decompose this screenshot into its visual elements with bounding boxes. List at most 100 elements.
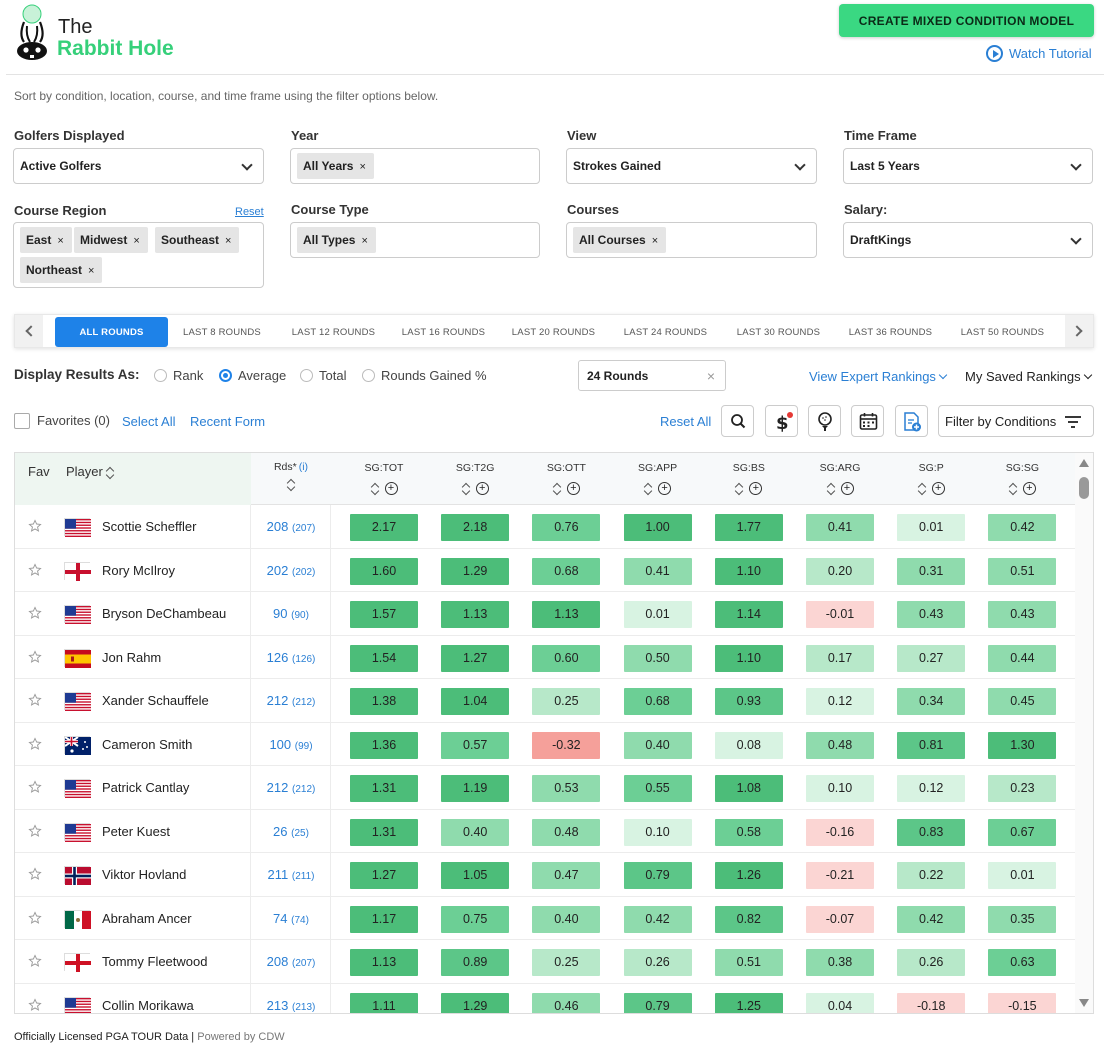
rounds-count[interactable]: 208 (207) (251, 954, 331, 969)
courses-multiselect[interactable]: All Courses × (566, 222, 817, 258)
rounds-count[interactable]: 126 (126) (251, 650, 331, 665)
clear-icon[interactable]: × (707, 368, 715, 384)
player-name[interactable]: Xander Schauffele (102, 693, 209, 708)
rounds-count-input[interactable]: 24 Rounds × (578, 360, 726, 391)
player-name[interactable]: Scottie Scheffler (102, 519, 196, 534)
salary-dollar-button[interactable]: $ (765, 405, 798, 437)
favorite-star-icon[interactable] (28, 997, 42, 1012)
favorite-star-icon[interactable] (28, 910, 42, 925)
tab-last-12-rounds[interactable]: LAST 12 ROUNDS (281, 317, 386, 347)
player-name[interactable]: Viktor Hovland (102, 867, 186, 882)
favorite-star-icon[interactable] (28, 606, 42, 620)
tabs-scroll-right-button[interactable] (1065, 315, 1093, 347)
calendar-button[interactable] (851, 405, 884, 437)
col-header-stat[interactable]: SG:SG (988, 462, 1056, 474)
table-row[interactable]: Abraham Ancer 74 (74) 1.17 0.75 0.40 0.42 0.82… (15, 896, 1075, 940)
rounds-count[interactable]: 211 (211) (251, 867, 331, 882)
watch-tutorial-link[interactable]: Watch Tutorial (986, 45, 1092, 62)
tab-last-24-rounds[interactable]: LAST 24 ROUNDS (613, 317, 718, 347)
recent-form-link[interactable]: Recent Form (190, 414, 265, 429)
rounds-count[interactable]: 74 (74) (251, 911, 331, 926)
golfers-displayed-select[interactable]: Active Golfers (13, 148, 264, 184)
col-header-stat[interactable]: SG:TOT (350, 462, 418, 474)
column-controls[interactable]: + (810, 480, 870, 496)
create-mixed-condition-model-button[interactable]: CREATE MIXED CONDITION MODEL (839, 4, 1094, 37)
player-name[interactable]: Peter Kuest (102, 824, 170, 839)
favorite-star-icon[interactable] (28, 823, 42, 838)
tab-last-16-rounds[interactable]: LAST 16 ROUNDS (391, 317, 496, 347)
salary-select[interactable]: DraftKings (843, 222, 1093, 258)
course-type-multiselect[interactable]: All Types × (290, 222, 540, 258)
tab-last-36-rounds[interactable]: LAST 36 ROUNDS (838, 317, 943, 347)
table-row[interactable]: Scottie Scheffler 208 (207) 2.17 2.18 0.76 1.… (15, 505, 1075, 549)
rounds-count[interactable]: 213 (213) (251, 998, 331, 1013)
rounds-count[interactable]: 212 (212) (251, 693, 331, 708)
view-expert-rankings-link[interactable]: View Expert Rankings (809, 369, 948, 384)
tab-last-30-rounds[interactable]: LAST 30 ROUNDS (726, 317, 831, 347)
col-header-stat[interactable]: SG:APP (624, 462, 692, 474)
rounds-count[interactable]: 208 (207) (251, 519, 331, 534)
favorites-checkbox[interactable] (14, 413, 30, 429)
column-controls[interactable]: + (445, 480, 505, 496)
favorite-star-icon[interactable] (28, 867, 42, 881)
favorite-star-icon[interactable] (28, 736, 42, 751)
table-row[interactable]: Patrick Cantlay 212 (212) 1.31 1.19 0.53 0.55… (15, 766, 1075, 810)
table-row[interactable]: Tommy Fleetwood 208 (207) 1.13 0.89 0.25 0.26… (15, 940, 1075, 984)
rounds-count[interactable]: 202 (202) (251, 563, 331, 578)
radio-total[interactable]: Total (300, 368, 346, 383)
select-all-link[interactable]: Select All (122, 414, 175, 429)
player-name[interactable]: Tommy Fleetwood (102, 954, 207, 969)
year-chip[interactable]: All Years × (297, 153, 374, 179)
col-header-stat[interactable]: SG:OTT (532, 462, 600, 474)
favorite-star-icon[interactable] (28, 780, 42, 794)
course-region-multiselect[interactable]: East × Midwest × Southeast × Northeast × (13, 222, 264, 288)
favorite-star-icon[interactable] (28, 562, 42, 577)
tab-last-50-rounds[interactable]: LAST 50 ROUNDS (950, 317, 1055, 347)
tab-last-20-rounds[interactable]: LAST 20 ROUNDS (501, 317, 606, 347)
player-name[interactable]: Bryson DeChambeau (102, 606, 226, 621)
rounds-count[interactable]: 90 (90) (251, 606, 331, 621)
rounds-count[interactable]: 26 (25) (251, 824, 331, 839)
region-chip[interactable]: East × (20, 227, 72, 253)
column-controls[interactable]: + (354, 480, 414, 496)
course-region-reset-link[interactable]: Reset (235, 206, 264, 218)
year-multiselect[interactable]: All Years × (290, 148, 540, 184)
my-saved-rankings-dropdown[interactable]: My Saved Rankings (965, 369, 1092, 384)
add-document-button[interactable] (895, 405, 928, 437)
table-row[interactable]: Peter Kuest 26 (25) 1.31 0.40 0.48 0.10 0.58 -0… (15, 809, 1075, 853)
favorite-star-icon[interactable] (28, 954, 42, 968)
favorite-star-icon[interactable] (28, 693, 42, 707)
col-header-rds[interactable]: Rds* (i) (251, 461, 331, 491)
tab-all-rounds[interactable]: ALL ROUNDS (55, 317, 168, 347)
player-name[interactable]: Patrick Cantlay (102, 780, 189, 795)
radio-rank[interactable]: Rank (154, 368, 203, 383)
rabbit-logo-icon[interactable] (12, 4, 52, 62)
column-controls[interactable]: + (992, 480, 1052, 496)
table-row[interactable]: Jon Rahm 126 (126) 1.54 1.27 0.60 0.50 1.10 0.1… (15, 635, 1075, 679)
col-header-stat[interactable]: SG:BS (715, 462, 783, 474)
region-chip[interactable]: Northeast × (20, 257, 103, 283)
region-chip[interactable]: Midwest × (74, 227, 148, 253)
col-header-stat[interactable]: SG:T2G (441, 462, 509, 474)
table-scrollbar[interactable] (1075, 453, 1093, 1013)
radio-rounds-gained[interactable]: Rounds Gained % (362, 368, 487, 383)
player-name[interactable]: Cameron Smith (102, 737, 192, 752)
table-row[interactable]: Rory McIlroy 202 (202) 1.60 1.29 0.68 0.41 1.1… (15, 548, 1075, 592)
favorite-star-icon[interactable] (28, 649, 42, 664)
golf-ball-button[interactable] (808, 405, 841, 437)
rounds-count[interactable]: 100 (99) (251, 737, 331, 752)
player-name[interactable]: Collin Morikawa (102, 998, 194, 1013)
player-name[interactable]: Abraham Ancer (102, 911, 192, 926)
column-controls[interactable]: + (536, 480, 596, 496)
search-button[interactable] (721, 405, 754, 437)
table-row[interactable]: Xander Schauffele 212 (212) 1.38 1.04 0.25 0.… (15, 679, 1075, 723)
radio-average[interactable]: Average (219, 368, 286, 383)
col-header-stat[interactable]: SG:P (897, 462, 965, 474)
player-name[interactable]: Rory McIlroy (102, 563, 175, 578)
table-row[interactable]: Viktor Hovland 211 (211) 1.27 1.05 0.47 0.79 1… (15, 853, 1075, 897)
tabs-scroll-left-button[interactable] (15, 315, 43, 347)
rounds-count[interactable]: 212 (212) (251, 780, 331, 795)
course-type-chip[interactable]: All Types × (297, 227, 376, 253)
col-header-player[interactable]: Player (66, 464, 115, 479)
view-select[interactable]: Strokes Gained (566, 148, 817, 184)
